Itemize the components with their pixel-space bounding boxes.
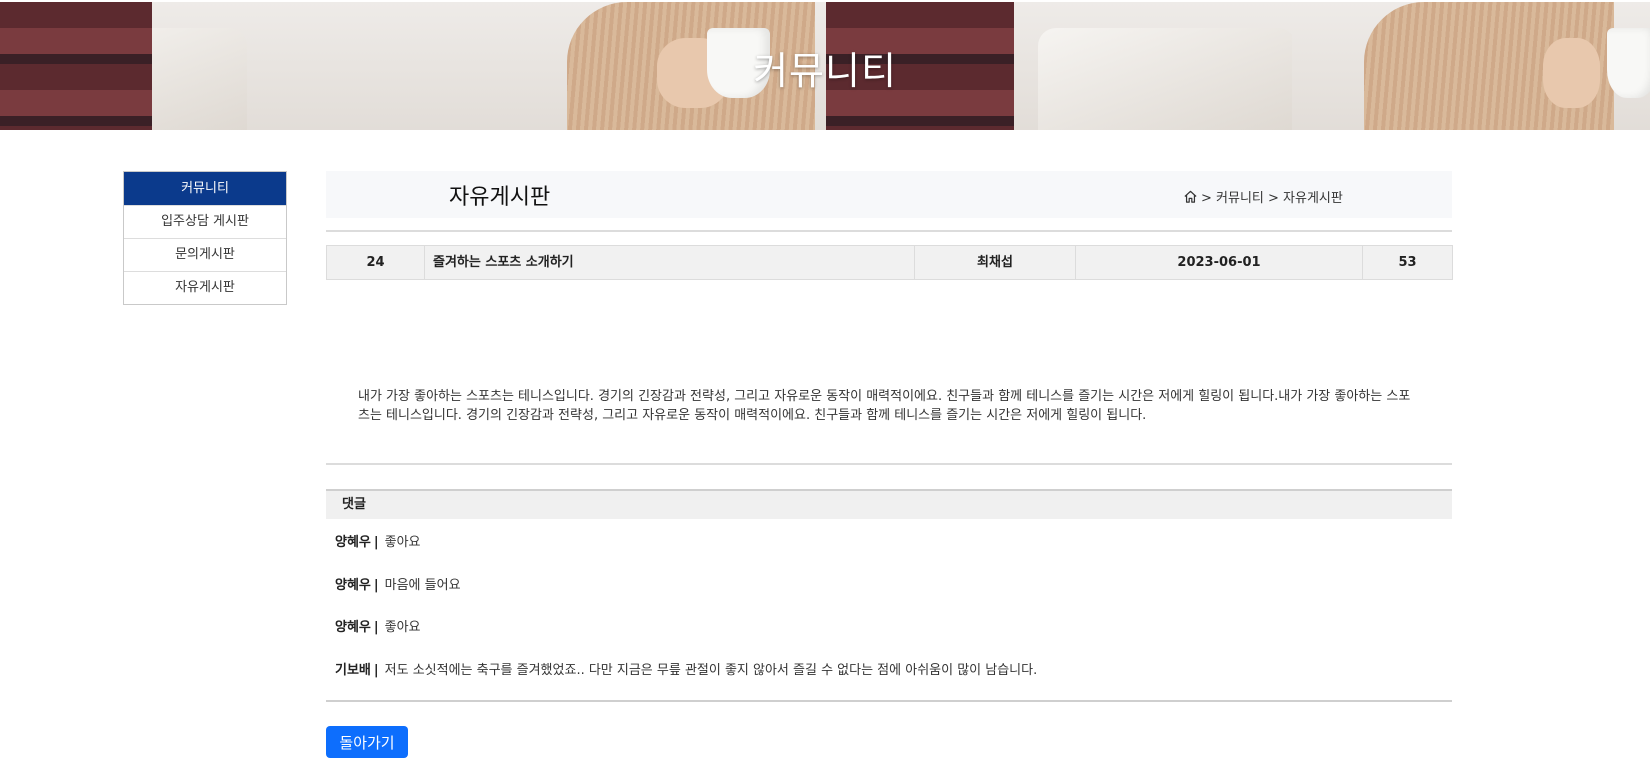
breadcrumb-path: > 커뮤니티 > 자유게시판	[1201, 191, 1343, 206]
comment-author: 양혜우	[335, 577, 371, 593]
comment-author: 기보배	[335, 662, 371, 678]
sidebar-heading[interactable]: 커뮤니티	[124, 172, 286, 205]
post-info-row: 24 즐겨하는 스포츠 소개하기 최채섭 2023-06-01 53	[326, 245, 1453, 280]
comment-text: 좋아요	[384, 535, 421, 550]
comment-item: 양혜우 | 마음에 들어요	[335, 576, 1435, 619]
sidebar-item-inquiry-board[interactable]: 문의게시판	[124, 238, 286, 271]
comment-text: 마음에 들어요	[384, 577, 461, 593]
comment-author: 양혜우	[335, 620, 371, 635]
post-author: 최채섭	[915, 246, 1076, 279]
breadcrumb: > 커뮤니티 > 자유게시판	[1183, 187, 1343, 206]
comment-separator: |	[373, 535, 379, 550]
page-banner: 커뮤니티	[0, 2, 1650, 130]
page-title: 자유게시판	[449, 185, 551, 210]
divider	[326, 463, 1452, 465]
comments-header: 댓글	[326, 489, 1452, 519]
comment-item: 기보배 | 저도 소싯적에는 축구를 즐겨했었죠.. 다만 지금은 무릎 관절이 좋…	[335, 661, 1435, 704]
post-number: 24	[327, 246, 425, 279]
comment-separator: |	[373, 577, 379, 593]
divider	[326, 700, 1452, 702]
post-body: 내가 가장 좋아하는 스포츠는 테니스입니다. 경기의 긴장감과 전략성, 그리…	[358, 389, 1411, 423]
post-title: 즐겨하는 스포츠 소개하기	[425, 246, 915, 279]
home-icon[interactable]	[1183, 189, 1198, 204]
comment-text: 좋아요	[384, 620, 421, 635]
comment-author: 양혜우	[335, 535, 371, 550]
page-header: 자유게시판 > 커뮤니티 > 자유게시판	[326, 171, 1452, 218]
sidebar-item-consultation-board[interactable]: 입주상담 게시판	[124, 205, 286, 238]
comment-separator: |	[373, 662, 379, 678]
sidebar-item-free-board[interactable]: 자유게시판	[124, 271, 286, 304]
comment-item: 양혜우 | 좋아요	[335, 618, 1435, 661]
sidebar-nav: 커뮤니티 입주상담 게시판 문의게시판 자유게시판	[123, 171, 287, 305]
divider	[326, 230, 1452, 232]
comments-heading: 댓글	[342, 497, 366, 512]
post-views: 53	[1398, 255, 1417, 270]
comment-separator: |	[373, 620, 379, 635]
comment-item: 양혜우 | 좋아요	[335, 533, 1435, 576]
post-date: 2023-06-01	[1076, 246, 1363, 279]
back-button[interactable]: 돌아가기	[326, 726, 408, 758]
banner-title: 커뮤니티	[753, 49, 897, 93]
comment-list: 양혜우 | 좋아요 양혜우 | 마음에 들어요 양혜우 | 좋아요 기보배 | 저도 소싯적에는…	[335, 533, 1435, 703]
comment-text: 저도 소싯적에는 축구를 즐겨했었죠.. 다만 지금은 무릎 관절이 좋지 않아…	[384, 662, 1038, 678]
